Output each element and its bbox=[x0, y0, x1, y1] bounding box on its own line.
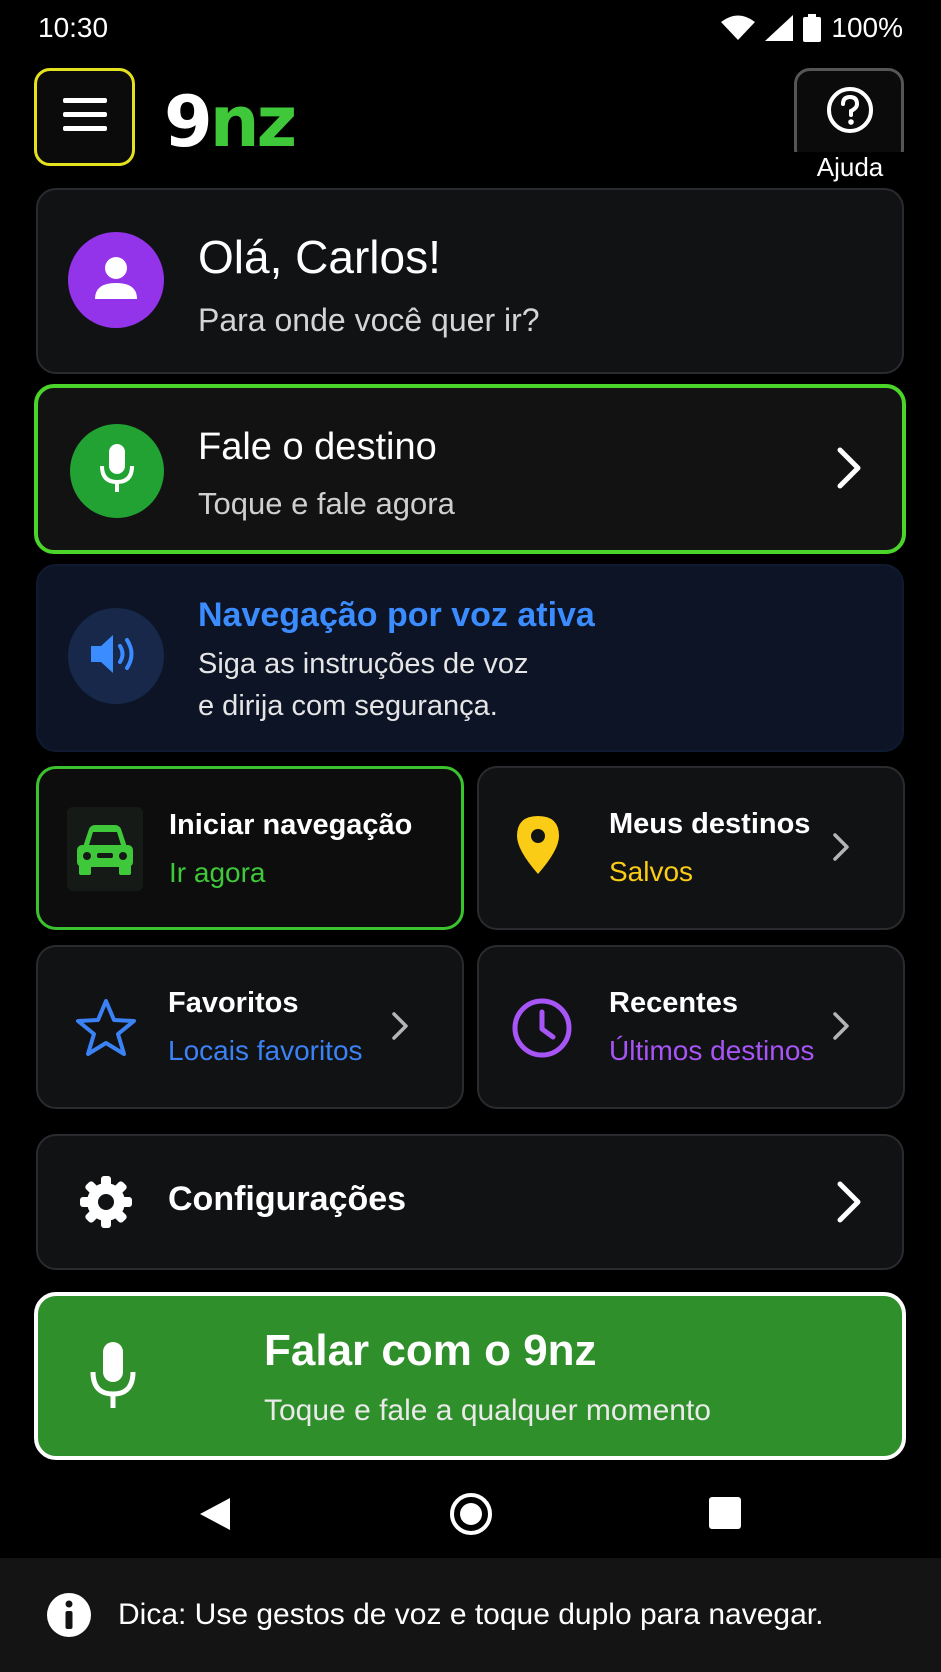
tile-subtitle: Ir agora bbox=[169, 857, 266, 888]
user-icon bbox=[91, 253, 141, 308]
talk-button-subtitle: Toque e fale a qualquer momento bbox=[264, 1394, 711, 1427]
tile-title: Meus destinos bbox=[609, 808, 811, 840]
chevron-right-icon bbox=[831, 1011, 851, 1046]
start-navigation-tile[interactable]: Iniciar navegação Ir agora bbox=[36, 766, 464, 930]
greeting-subtitle: Para onde você quer ir? bbox=[198, 302, 540, 338]
recents-square-icon[interactable] bbox=[708, 1496, 742, 1535]
voice-navigation-title: Navegação por voz ativa bbox=[198, 596, 595, 634]
recents-tile[interactable]: Recentes Últimos destinos bbox=[477, 945, 905, 1109]
app-header: 9nz Ajuda bbox=[0, 66, 941, 183]
talk-to-9nz-button[interactable]: Falar com o 9nz Toque e fale a qualquer … bbox=[34, 1292, 906, 1460]
location-pin-icon bbox=[515, 814, 561, 881]
battery-level: 100% bbox=[831, 12, 903, 43]
menu-button[interactable] bbox=[34, 68, 135, 166]
hamburger-icon bbox=[62, 97, 107, 137]
help-label: Ajuda bbox=[790, 152, 910, 183]
tile-title: Favoritos bbox=[168, 987, 299, 1019]
info-icon bbox=[46, 1592, 92, 1643]
speak-destination-button[interactable]: Fale o destino Toque e fale agora bbox=[34, 384, 906, 554]
voice-navigation-line2: e dirija com segurança. bbox=[198, 690, 498, 722]
chevron-right-icon bbox=[834, 446, 864, 495]
battery-icon bbox=[803, 14, 822, 42]
signal-icon bbox=[765, 15, 794, 41]
greeting-title: Olá, Carlos! bbox=[198, 231, 441, 283]
status-time: 10:30 bbox=[38, 12, 109, 43]
help-icon bbox=[825, 85, 875, 140]
clock-icon bbox=[511, 997, 573, 1064]
tile-subtitle: Locais favoritos bbox=[168, 1035, 363, 1066]
voice-navigation-line1: Siga as instruções de voz bbox=[198, 648, 529, 680]
favorites-tile[interactable]: Favoritos Locais favoritos bbox=[36, 945, 464, 1109]
avatar bbox=[68, 232, 164, 328]
talk-button-title: Falar com o 9nz bbox=[264, 1326, 597, 1375]
star-icon bbox=[74, 997, 138, 1064]
settings-label: Configurações bbox=[168, 1180, 407, 1218]
tile-title: Iniciar navegação bbox=[169, 809, 413, 841]
microphone-icon bbox=[88, 1340, 138, 1417]
wifi-icon bbox=[721, 15, 756, 41]
tile-title: Recentes bbox=[609, 987, 738, 1019]
settings-button[interactable]: Configurações bbox=[36, 1134, 904, 1270]
home-icon[interactable] bbox=[449, 1492, 493, 1541]
speaker-icon bbox=[89, 632, 143, 681]
voice-navigation-banner: Navegação por voz ativa Siga as instruçõ… bbox=[36, 564, 904, 752]
car-icon bbox=[67, 807, 143, 896]
status-icons: 100% bbox=[721, 12, 903, 44]
gear-icon bbox=[78, 1174, 134, 1235]
tile-subtitle: Salvos bbox=[609, 856, 694, 887]
mic-circle bbox=[70, 424, 164, 518]
microphone-icon bbox=[97, 442, 137, 501]
app-logo: 9nz bbox=[164, 81, 297, 163]
tip-text: Dica: Use gestos de voz e toque duplo pa… bbox=[118, 1598, 824, 1631]
greeting-card: Olá, Carlos! Para onde você quer ir? bbox=[36, 188, 904, 374]
system-navigation-bar bbox=[0, 1470, 941, 1554]
speak-destination-subtitle: Toque e fale agora bbox=[198, 486, 455, 521]
my-destinations-tile[interactable]: Meus destinos Salvos bbox=[477, 766, 905, 930]
chevron-right-icon bbox=[831, 832, 851, 867]
speaker-circle bbox=[68, 608, 164, 704]
tip-bar: Dica: Use gestos de voz e toque duplo pa… bbox=[0, 1558, 941, 1672]
back-icon[interactable] bbox=[198, 1496, 232, 1537]
speak-destination-title: Fale o destino bbox=[198, 426, 437, 468]
chevron-right-icon bbox=[390, 1011, 410, 1046]
status-bar: 10:30 100% bbox=[0, 0, 941, 56]
tile-subtitle: Últimos destinos bbox=[609, 1035, 815, 1066]
chevron-right-icon bbox=[834, 1180, 864, 1229]
